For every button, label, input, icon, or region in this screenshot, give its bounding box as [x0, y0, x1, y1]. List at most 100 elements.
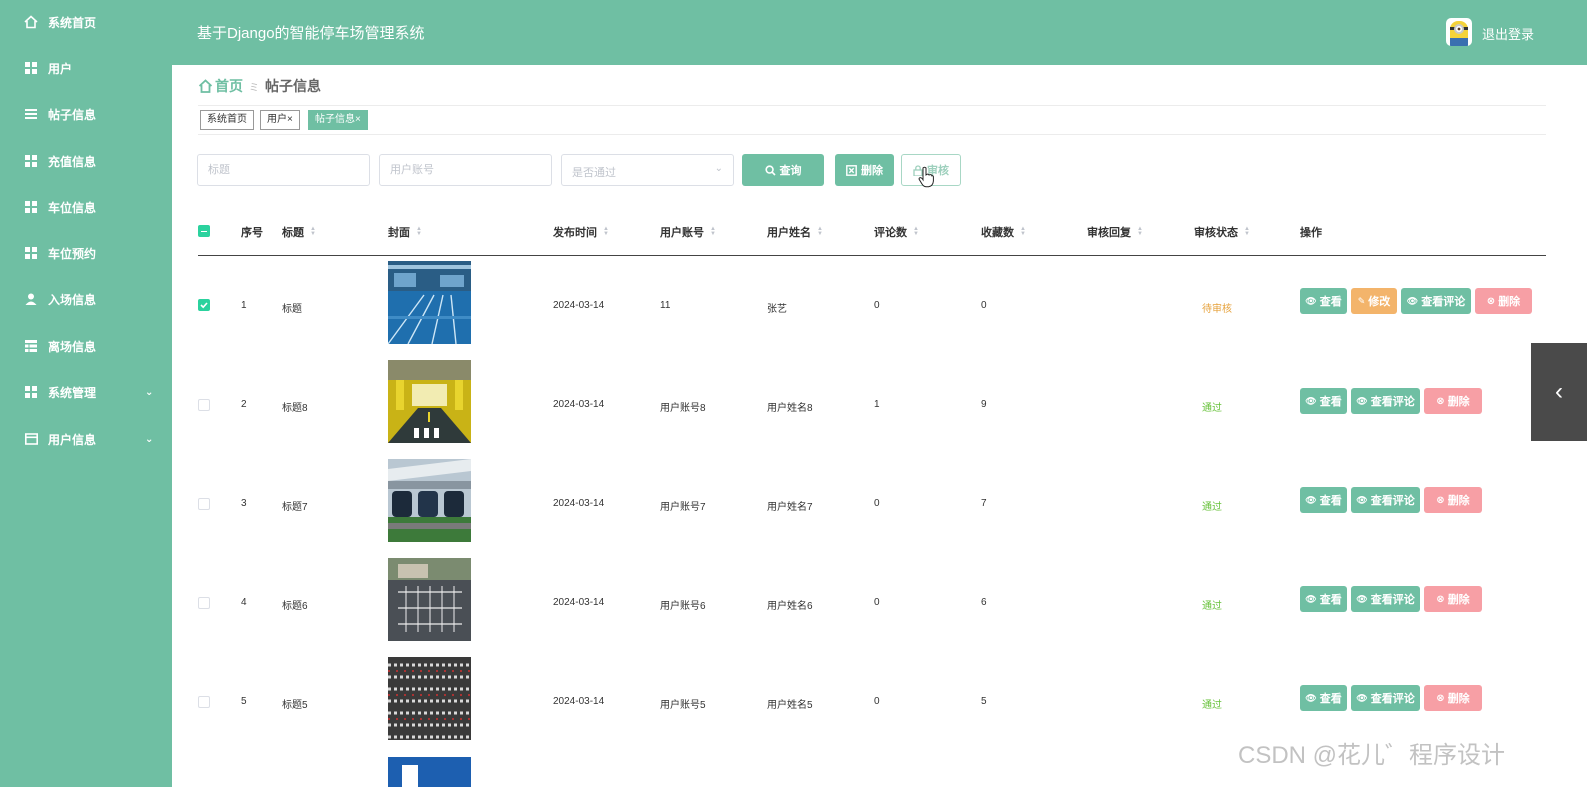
grid-icon: [24, 61, 38, 75]
row-checkbox[interactable]: [198, 696, 210, 708]
sidebar-item-users[interactable]: 用户: [0, 48, 172, 88]
view-comments-button[interactable]: 👁 查看评论: [1401, 288, 1471, 314]
sidebar-item-exit[interactable]: 离场信息: [0, 326, 172, 366]
sidebar-item-label: 离场信息: [48, 339, 97, 354]
person-icon: [24, 292, 38, 306]
sidebar-item-reservations[interactable]: 车位预约: [0, 233, 172, 273]
sort-icon: ▲ ▼: [1020, 226, 1026, 237]
row-favorites: 5: [981, 696, 987, 707]
row-title: 标题8: [282, 403, 308, 414]
delete-button[interactable]: ⊗ 删除: [1424, 685, 1482, 711]
eye-icon: 👁: [1356, 692, 1368, 703]
avatar[interactable]: [1446, 18, 1472, 46]
cover-image[interactable]: [388, 558, 471, 641]
title-search-input[interactable]: [197, 154, 370, 186]
view-comments-button[interactable]: 👁 查看评论: [1351, 487, 1420, 513]
sidebar-item-posts[interactable]: 帖子信息: [0, 94, 172, 134]
view-button[interactable]: 👁 查看: [1300, 388, 1347, 414]
column-header-publish-time[interactable]: 发布时间 ▲ ▼: [553, 224, 609, 240]
row-comments: 0: [874, 498, 880, 509]
breadcrumb-home[interactable]: 首页: [215, 76, 243, 96]
column-header-audit-reply[interactable]: 审核回复 ▲ ▼: [1087, 224, 1143, 240]
row-account: 用户账号5: [660, 700, 706, 711]
view-comments-button[interactable]: 👁 查看评论: [1351, 685, 1420, 711]
close-circle-icon: ⊗: [1486, 295, 1496, 307]
sidebar-item-user-info[interactable]: 用户信息 ⌄: [0, 419, 172, 459]
row-title: 标题5: [282, 700, 308, 711]
cover-image[interactable]: [388, 459, 471, 542]
tag-home[interactable]: 系统首页: [200, 110, 254, 130]
breadcrumb-current: 帖子信息: [265, 78, 321, 94]
view-comments-button[interactable]: 👁 查看评论: [1351, 388, 1420, 414]
chevron-left-icon[interactable]: ‹: [1531, 343, 1587, 441]
sidebar-item-home[interactable]: 系统首页: [0, 2, 172, 42]
sidebar-item-label: 系统管理: [48, 385, 97, 400]
home-icon: [24, 15, 38, 29]
column-header-name[interactable]: 用户姓名 ▲ ▼: [767, 224, 823, 240]
row-index: 3: [241, 498, 247, 509]
table-icon: [24, 339, 38, 353]
view-button[interactable]: 👁 查看: [1300, 487, 1347, 513]
chevron-down-icon: ⌄: [714, 163, 723, 174]
status-badge: 通过: [1202, 700, 1222, 711]
row-account: 用户账号6: [660, 601, 706, 612]
batch-delete-button[interactable]: 删除: [835, 154, 894, 186]
select-placeholder: 是否通过: [572, 167, 616, 179]
account-search-input[interactable]: [379, 154, 552, 186]
row-account: 用户账号7: [660, 502, 706, 513]
row-checkbox[interactable]: [198, 299, 210, 311]
tag-posts[interactable]: 帖子信息×: [308, 110, 368, 130]
delete-button[interactable]: ⊗ 删除: [1424, 586, 1482, 612]
view-comments-button[interactable]: 👁 查看评论: [1351, 586, 1420, 612]
pass-status-select[interactable]: 是否通过 ⌄: [561, 154, 734, 186]
sidebar-item-entry[interactable]: 入场信息: [0, 279, 172, 319]
home-icon: [198, 79, 213, 93]
eye-icon: 👁: [1305, 692, 1317, 703]
select-all-checkbox[interactable]: [198, 225, 210, 237]
row-checkbox[interactable]: [198, 399, 210, 411]
cover-image[interactable]: [388, 757, 471, 787]
cover-image[interactable]: [388, 360, 471, 443]
delete-button[interactable]: ⊗ 删除: [1424, 487, 1482, 513]
row-comments: 0: [874, 300, 880, 311]
column-header-cover[interactable]: 封面 ▲ ▼: [388, 224, 422, 240]
cover-image[interactable]: [388, 261, 471, 344]
sidebar-item-label: 帖子信息: [48, 107, 97, 122]
sort-icon: ▲ ▼: [710, 226, 716, 237]
row-checkbox[interactable]: [198, 498, 210, 510]
edit-button[interactable]: ✎ 修改: [1351, 288, 1397, 314]
close-circle-icon: ⊗: [1436, 593, 1445, 605]
grid-icon: [24, 154, 38, 168]
sidebar-item-label: 系统首页: [48, 15, 97, 30]
sidebar-item-system[interactable]: 系统管理 ⌄: [0, 372, 172, 412]
eye-icon: 👁: [1305, 593, 1317, 604]
column-header-favorites[interactable]: 收藏数 ▲ ▼: [981, 224, 1026, 240]
tag-users[interactable]: 用户×: [260, 110, 300, 130]
row-checkbox[interactable]: [198, 597, 210, 609]
logout-link[interactable]: 退出登录: [1482, 24, 1534, 43]
sort-icon: ▲ ▼: [1137, 226, 1143, 237]
view-button[interactable]: 👁 查看: [1300, 586, 1347, 612]
row-index: 2: [241, 399, 247, 410]
query-label: 查询: [779, 165, 802, 177]
view-button[interactable]: 👁 查看: [1300, 685, 1347, 711]
view-button[interactable]: 👁 查看: [1300, 288, 1347, 314]
row-index: 1: [241, 300, 247, 311]
column-header-audit-status[interactable]: 审核状态 ▲ ▼: [1194, 224, 1250, 240]
sidebar-item-parking-spaces[interactable]: 车位信息: [0, 187, 172, 227]
column-header-comments[interactable]: 评论数 ▲ ▼: [874, 224, 919, 240]
row-title: 标题6: [282, 601, 308, 612]
eye-icon: 👁: [1406, 295, 1419, 306]
delete-button[interactable]: ⊗ 删除: [1424, 388, 1482, 414]
delete-button[interactable]: ⊗ 删除: [1475, 288, 1532, 314]
sidebar-item-recharge[interactable]: 充值信息: [0, 141, 172, 181]
column-header-account[interactable]: 用户账号 ▲ ▼: [660, 224, 716, 240]
column-header-index: 序号: [241, 227, 263, 239]
row-favorites: 7: [981, 498, 987, 509]
column-header-title[interactable]: 标题 ▲ ▼: [282, 224, 316, 240]
cover-image[interactable]: [388, 657, 471, 740]
query-button[interactable]: 查询: [742, 154, 824, 186]
grid-icon: [24, 200, 38, 214]
status-badge: 通过: [1202, 403, 1222, 414]
search-icon: [764, 164, 776, 176]
